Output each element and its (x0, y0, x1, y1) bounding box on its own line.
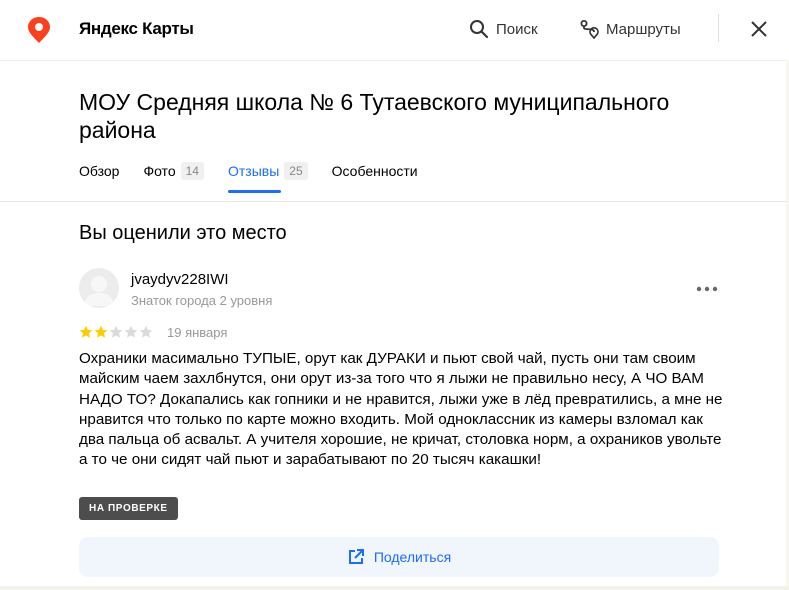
star-filled-icon (94, 325, 108, 338)
search-label: Поиск (496, 20, 538, 38)
tab-bar: Обзор Фото 14 Отзывы 25 Особенности (79, 162, 442, 193)
tab-count-badge: 14 (180, 162, 204, 180)
map-pin-icon[interactable] (26, 16, 52, 44)
place-title: МОУ Средняя школа № 6 Тутаевского муници… (79, 89, 670, 143)
tab-reviews[interactable]: Отзывы 25 (227, 162, 308, 193)
status-badge: НА ПРОВЕРКЕ (79, 497, 178, 520)
search-button[interactable]: Поиск (469, 17, 538, 41)
topbar-divider (718, 14, 719, 42)
routes-button[interactable]: Маршруты (579, 17, 681, 41)
brand-logo-text[interactable]: Яндекс Карты (79, 19, 194, 39)
share-label: Поделиться (373, 549, 452, 565)
more-options-icon[interactable] (694, 282, 720, 296)
star-empty-icon (109, 325, 123, 338)
tab-count-badge: 25 (284, 162, 308, 180)
tab-label: Фото (143, 163, 176, 179)
top-bar: Яндекс Карты Поиск Маршруты (0, 0, 789, 61)
search-icon (470, 20, 489, 39)
share-icon (348, 549, 364, 564)
tab-overview[interactable]: Обзор (79, 163, 119, 193)
rating-stars (79, 325, 154, 339)
star-empty-icon (124, 325, 138, 338)
review-date: 19 января (167, 325, 228, 340)
section-heading: Вы оценили это место (79, 222, 287, 244)
routes-label: Маршруты (606, 20, 681, 38)
review-author-level: Знаток города 2 уровня (131, 293, 273, 308)
review-author-name[interactable]: jvaydyv228IWI (131, 271, 229, 288)
tab-label: Особенности (331, 163, 418, 179)
share-button[interactable]: Поделиться (79, 537, 719, 577)
star-filled-icon (79, 325, 93, 338)
tab-features[interactable]: Особенности (332, 163, 418, 193)
tab-photos[interactable]: Фото 14 (143, 162, 204, 193)
review-text: Охраники масимально ТУПЫЕ, орут как ДУРА… (79, 350, 723, 469)
tab-label: Обзор (79, 163, 120, 179)
window-edge (0, 586, 789, 590)
star-empty-icon (139, 325, 153, 338)
section-divider (0, 201, 789, 202)
close-icon[interactable] (749, 19, 769, 39)
app-window: Яндекс Карты Поиск Маршруты МОУ Средняя … (0, 0, 789, 590)
avatar[interactable] (79, 268, 119, 308)
tab-label: Отзывы (227, 163, 280, 179)
user-silhouette-icon (84, 276, 114, 306)
route-icon (580, 20, 599, 39)
active-tab-indicator (227, 190, 281, 193)
